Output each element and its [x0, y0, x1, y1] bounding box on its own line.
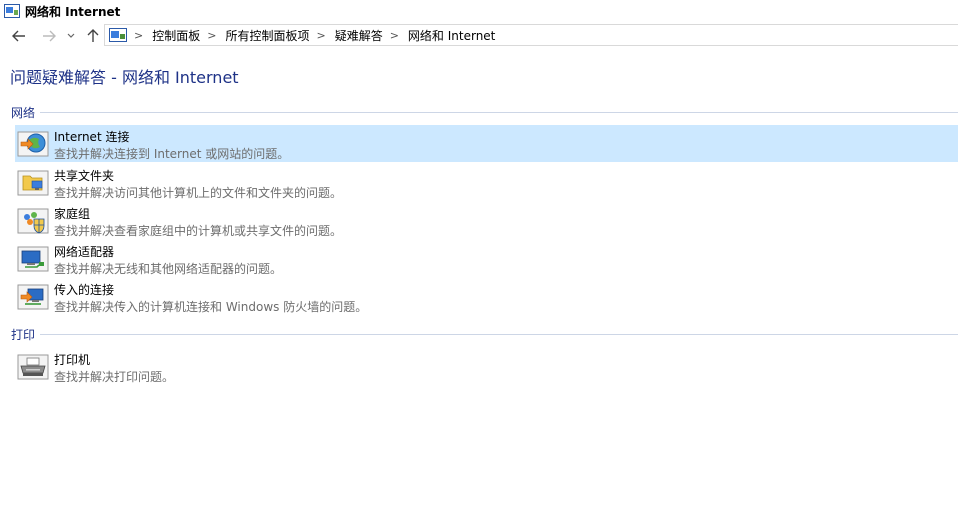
title-bar: 网络和 Internet	[0, 0, 958, 22]
section-label: 打印	[11, 326, 42, 343]
breadcrumb-separator[interactable]: >	[316, 29, 325, 42]
troubleshooter-network-adapter[interactable]: 网络适配器 查找并解决无线和其他网络适配器的问题。	[15, 240, 958, 277]
troubleshooter-internet-connection[interactable]: Internet 连接 查找并解决连接到 Internet 或网站的问题。	[15, 125, 958, 162]
troubleshooter-shared-folders[interactable]: 共享文件夹 查找并解决访问其他计算机上的文件和文件夹的问题。	[15, 164, 958, 201]
troubleshooter-description: 查找并解决查看家庭组中的计算机或共享文件的问题。	[54, 224, 343, 238]
breadcrumb-separator: >	[134, 28, 144, 42]
forward-button[interactable]	[39, 27, 59, 45]
window-title: 网络和 Internet	[25, 5, 121, 19]
section-divider	[40, 334, 958, 335]
troubleshooter-description: 查找并解决访问其他计算机上的文件和文件夹的问题。	[54, 186, 343, 200]
troubleshooter-description: 查找并解决传入的计算机连接和 Windows 防火墙的问题。	[54, 300, 368, 314]
control-panel-icon	[109, 28, 127, 42]
troubleshooter-description: 查找并解决无线和其他网络适配器的问题。	[54, 262, 283, 276]
page-title: 问题疑难解答 - 网络和 Internet	[10, 68, 239, 87]
breadcrumb-item-control-panel[interactable]: 控制面板	[152, 27, 200, 44]
troubleshooter-description: 查找并解决打印问题。	[54, 370, 175, 384]
breadcrumb-item-network-internet[interactable]: 网络和 Internet	[408, 27, 495, 44]
troubleshooter-printer[interactable]: 打印机 查找并解决打印问题。	[15, 348, 958, 385]
troubleshooter-name[interactable]: 网络适配器	[54, 243, 114, 260]
troubleshooter-homegroup[interactable]: 家庭组 查找并解决查看家庭组中的计算机或共享文件的问题。	[15, 202, 958, 239]
internet-connection-icon	[17, 131, 49, 157]
incoming-connections-icon	[17, 284, 49, 310]
printer-icon	[17, 354, 49, 380]
network-folder-icon	[4, 4, 20, 18]
troubleshooter-name[interactable]: 共享文件夹	[54, 167, 114, 184]
breadcrumb-separator[interactable]: >	[390, 29, 399, 42]
section-divider	[40, 112, 958, 113]
back-button[interactable]	[9, 27, 29, 45]
address-bar[interactable]: > 控制面板 > 所有控制面板项 > 疑难解答 > 网络和 Internet	[104, 24, 958, 46]
breadcrumb-separator[interactable]: >	[207, 29, 216, 42]
troubleshooter-description: 查找并解决连接到 Internet 或网站的问题。	[54, 147, 290, 161]
troubleshooter-name[interactable]: 打印机	[54, 351, 90, 368]
homegroup-icon	[17, 208, 49, 234]
troubleshooter-incoming-connections[interactable]: 传入的连接 查找并解决传入的计算机连接和 Windows 防火墙的问题。	[15, 278, 958, 315]
section-label: 网络	[11, 104, 42, 121]
troubleshooter-name[interactable]: 传入的连接	[54, 281, 114, 298]
forward-arrow-icon	[43, 30, 56, 42]
troubleshooter-name[interactable]: 家庭组	[54, 205, 90, 222]
shared-folder-icon	[17, 170, 49, 196]
breadcrumb-item-troubleshooting[interactable]: 疑难解答	[335, 27, 383, 44]
network-adapter-icon	[17, 246, 49, 272]
section-network: 网络	[0, 104, 958, 121]
section-printing: 打印	[0, 326, 958, 343]
breadcrumb-item-all-items[interactable]: 所有控制面板项	[225, 27, 309, 44]
section-header: 网络	[0, 104, 958, 121]
troubleshooter-name[interactable]: Internet 连接	[54, 128, 129, 145]
back-arrow-icon	[12, 30, 25, 42]
section-header: 打印	[0, 326, 958, 343]
navigation-bar: > 控制面板 > 所有控制面板项 > 疑难解答 > 网络和 Internet	[0, 22, 958, 49]
up-button[interactable]	[84, 27, 102, 45]
recent-locations-button[interactable]	[65, 27, 77, 45]
up-arrow-icon	[87, 29, 99, 42]
chevron-down-icon	[67, 33, 75, 38]
